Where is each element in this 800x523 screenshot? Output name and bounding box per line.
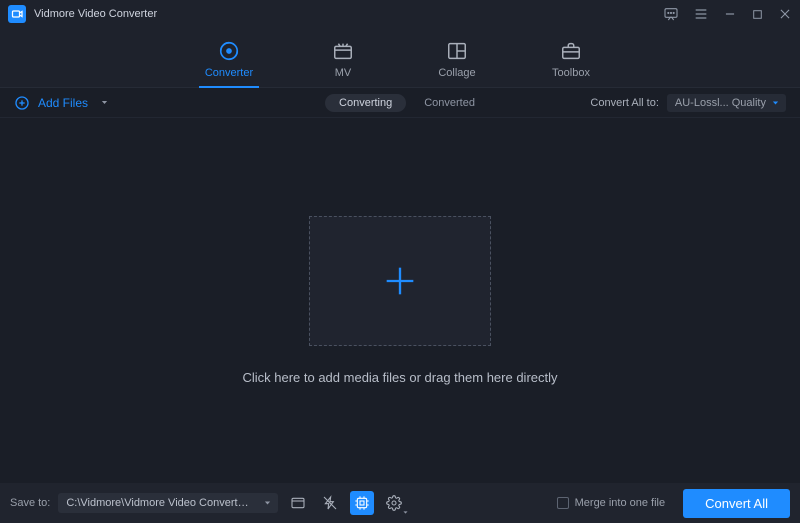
collage-icon <box>446 41 468 61</box>
add-files-button[interactable]: Add Files <box>14 95 109 111</box>
nav-label: MV <box>335 67 352 79</box>
minimize-icon[interactable] <box>723 7 737 21</box>
open-folder-button[interactable] <box>286 491 310 515</box>
add-files-label: Add Files <box>38 96 88 110</box>
convert-all-to-label: Convert All to: <box>590 97 658 109</box>
checkbox-icon <box>557 497 569 509</box>
merge-checkbox[interactable]: Merge into one file <box>557 497 666 509</box>
format-selected-value: AU-Lossl... Quality <box>675 97 766 109</box>
save-path-value: C:\Vidmore\Vidmore Video Converter\Conve… <box>66 497 278 509</box>
mv-icon <box>332 41 354 61</box>
nav-collage[interactable]: Collage <box>425 41 489 87</box>
drop-hint: Click here to add media files or drag th… <box>242 370 557 385</box>
chevron-down-icon <box>263 499 272 508</box>
chevron-down-icon <box>100 98 109 107</box>
nav-mv[interactable]: MV <box>311 41 375 87</box>
gpu-accel-button[interactable] <box>350 491 374 515</box>
nav-toolbox[interactable]: Toolbox <box>539 41 603 87</box>
maximize-icon[interactable] <box>751 8 764 21</box>
close-icon[interactable] <box>778 7 792 21</box>
format-select[interactable]: AU-Lossl... Quality <box>667 94 786 112</box>
app-title: Vidmore Video Converter <box>34 8 157 20</box>
menu-icon[interactable] <box>693 6 709 22</box>
hw-accel-off-button[interactable] <box>318 491 342 515</box>
nav-label: Converter <box>205 67 253 79</box>
title-bar: Vidmore Video Converter <box>0 0 800 28</box>
nav-label: Toolbox <box>552 67 590 79</box>
main-area: Click here to add media files or drag th… <box>0 118 800 483</box>
convert-all-button[interactable]: Convert All <box>683 489 790 518</box>
plus-icon <box>380 261 420 301</box>
toolbox-icon <box>560 41 582 61</box>
tab-converted[interactable]: Converted <box>424 97 475 109</box>
main-nav: Converter MV Collage Toolbox <box>0 28 800 88</box>
tab-converting[interactable]: Converting <box>325 94 406 112</box>
nav-label: Collage <box>438 67 475 79</box>
bottom-bar: Save to: C:\Vidmore\Vidmore Video Conver… <box>0 483 800 523</box>
merge-label: Merge into one file <box>575 497 666 509</box>
save-path-select[interactable]: C:\Vidmore\Vidmore Video Converter\Conve… <box>58 493 278 513</box>
drop-zone[interactable] <box>309 216 491 346</box>
app-logo <box>8 5 26 23</box>
chevron-down-icon <box>771 98 780 107</box>
settings-button[interactable] <box>382 491 406 515</box>
nav-converter[interactable]: Converter <box>197 41 261 87</box>
chevron-down-icon <box>402 509 409 516</box>
feedback-icon[interactable] <box>663 6 679 22</box>
plus-circle-icon <box>14 95 30 111</box>
converter-icon <box>218 41 240 61</box>
save-to-label: Save to: <box>10 497 50 509</box>
sub-toolbar: Add Files Converting Converted Convert A… <box>0 88 800 118</box>
